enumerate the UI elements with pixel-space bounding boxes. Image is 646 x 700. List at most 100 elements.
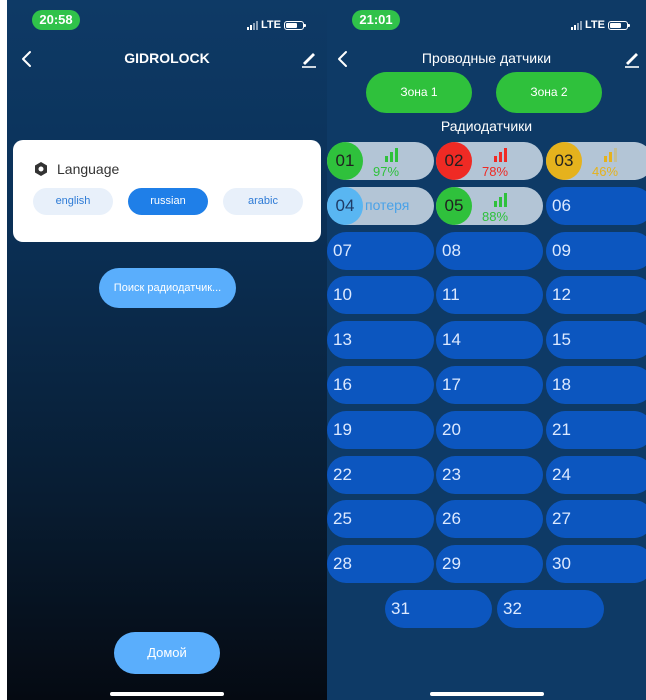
sensor-number-badge: 05 xyxy=(436,186,472,225)
sensor-tile-26[interactable]: 26 xyxy=(436,500,543,539)
search-radio-sensors-button[interactable]: Поиск радиодатчик... xyxy=(99,268,236,308)
sensor-tile-04[interactable]: 04 потеря xyxy=(327,186,434,225)
language-options: english russian arabic xyxy=(33,188,303,215)
page-title: GIDROLOCK xyxy=(124,50,210,66)
sensor-number: 31 xyxy=(391,599,410,618)
status-time: 21:01 xyxy=(352,10,400,30)
sensor-number: 28 xyxy=(333,554,352,574)
sensor-number: 17 xyxy=(442,375,461,394)
sensor-number: 08 xyxy=(442,240,461,260)
edit-pencil-icon[interactable] xyxy=(299,48,319,70)
sensor-number: 11 xyxy=(442,285,460,305)
sensor-tile-09[interactable]: 09 xyxy=(546,231,646,270)
battery-icon xyxy=(283,20,306,30)
sensor-number: 30 xyxy=(552,554,571,574)
sensor-number: 15 xyxy=(552,330,571,350)
sensor-tile-32[interactable]: 32 xyxy=(497,590,604,628)
nav-bar: Проводные датчики xyxy=(327,46,646,72)
sensor-number: 19 xyxy=(333,419,352,439)
sensor-tile-03[interactable]: 03 46% xyxy=(546,142,646,180)
home-indicator xyxy=(110,692,224,696)
settings-hex-icon xyxy=(35,162,47,176)
sensor-tile-31[interactable]: 31 xyxy=(385,590,492,628)
signal-strength-icon xyxy=(604,148,617,162)
sensor-tile-23[interactable]: 23 xyxy=(436,455,543,494)
battery-icon xyxy=(607,20,630,30)
sensor-tile-06[interactable]: 06 xyxy=(546,186,646,225)
signal-percent: 46% xyxy=(592,164,619,179)
sensor-number-badge: 04 xyxy=(327,186,363,225)
home-indicator xyxy=(429,692,544,696)
language-option-arabic[interactable]: arabic xyxy=(223,188,303,215)
sensor-number: 14 xyxy=(442,330,461,350)
sensor-tile-24[interactable]: 24 xyxy=(546,455,646,494)
sensor-number: 18 xyxy=(552,375,571,394)
language-card: Language english russian arabic xyxy=(13,140,321,242)
sensor-tile-11[interactable]: 11 xyxy=(436,276,543,315)
sensor-tile-20[interactable]: 20 xyxy=(436,410,543,449)
network-type: LTE xyxy=(585,19,605,31)
sensor-tile-01[interactable]: 01 97% xyxy=(327,142,434,180)
sensor-tile-27[interactable]: 27 xyxy=(546,500,646,539)
sensor-number: 06 xyxy=(552,195,571,215)
sensor-number: 23 xyxy=(442,464,461,484)
signal-percent: 88% xyxy=(482,208,509,224)
sensor-tile-05[interactable]: 05 88% xyxy=(436,186,543,225)
sensor-number: 20 xyxy=(442,419,461,439)
sensor-tile-21[interactable]: 21 xyxy=(546,410,646,449)
language-label: Language xyxy=(57,161,120,177)
language-screen: 20:58 LTE GIDROLOCK Language english rus… xyxy=(7,0,327,700)
signal-strength-icon xyxy=(385,148,398,162)
sensor-tile-17[interactable]: 17 xyxy=(436,366,543,404)
sensor-tile-18[interactable]: 18 xyxy=(546,366,646,404)
sensor-tile-15[interactable]: 15 xyxy=(546,321,646,360)
signal-percent: 78% xyxy=(482,164,509,179)
sensor-tile-02[interactable]: 02 78% xyxy=(436,142,543,180)
status-bar: 20:58 LTE xyxy=(7,0,327,36)
sensor-number: 24 xyxy=(552,464,571,484)
sensor-number: 26 xyxy=(442,509,461,529)
sensor-tile-22[interactable]: 22 xyxy=(327,455,434,494)
sensor-number-badge: 03 xyxy=(546,142,582,180)
network-type: LTE xyxy=(261,19,281,31)
edit-pencil-icon[interactable] xyxy=(622,48,642,70)
sensor-number-badge: 01 xyxy=(327,142,363,180)
sensor-tile-12[interactable]: 12 xyxy=(546,276,646,315)
sensor-tile-30[interactable]: 30 xyxy=(546,545,646,584)
signal-strength-icon xyxy=(494,148,507,162)
sensor-tile-14[interactable]: 14 xyxy=(436,321,543,360)
status-time: 20:58 xyxy=(32,10,80,30)
sensor-number: 13 xyxy=(333,330,352,350)
cellular-signal-icon xyxy=(247,20,258,30)
sensor-number: 10 xyxy=(333,285,352,305)
sensor-tile-08[interactable]: 08 xyxy=(436,231,543,270)
sensor-number: 29 xyxy=(442,554,461,574)
sensors-screen: 21:01 LTE Проводные датчики Зона 1 Зона … xyxy=(327,0,646,700)
sensor-number: 22 xyxy=(333,464,352,484)
sensor-tile-16[interactable]: 16 xyxy=(327,366,434,404)
home-button[interactable]: Домой xyxy=(114,632,220,674)
signal-indicator: LTE xyxy=(571,19,630,31)
sensor-tile-19[interactable]: 19 xyxy=(327,410,434,449)
sensor-number-badge: 02 xyxy=(436,142,472,180)
sensor-tile-07[interactable]: 07 xyxy=(327,231,434,270)
sensor-number: 25 xyxy=(333,509,352,529)
sensor-number: 27 xyxy=(552,509,571,529)
zone-2-button[interactable]: Зона 2 xyxy=(496,72,602,113)
language-option-english[interactable]: english xyxy=(33,188,113,215)
sensor-tile-28[interactable]: 28 xyxy=(327,545,434,584)
sensor-tile-13[interactable]: 13 xyxy=(327,321,434,360)
sensor-tile-29[interactable]: 29 xyxy=(436,545,543,584)
zone-1-button[interactable]: Зона 1 xyxy=(366,72,472,113)
page-title: Проводные датчики xyxy=(421,50,552,66)
cellular-signal-icon xyxy=(571,20,582,30)
nav-bar: GIDROLOCK xyxy=(7,46,327,72)
sensor-number: 16 xyxy=(333,375,352,394)
language-option-russian[interactable]: russian xyxy=(128,188,208,215)
sensor-number: 21 xyxy=(552,419,571,439)
signal-strength-icon xyxy=(494,192,507,207)
sensor-number: 32 xyxy=(503,599,522,618)
sensor-tile-25[interactable]: 25 xyxy=(327,500,434,539)
sensor-tile-10[interactable]: 10 xyxy=(327,276,434,315)
radio-sensors-title: Радиодатчики xyxy=(440,118,533,134)
